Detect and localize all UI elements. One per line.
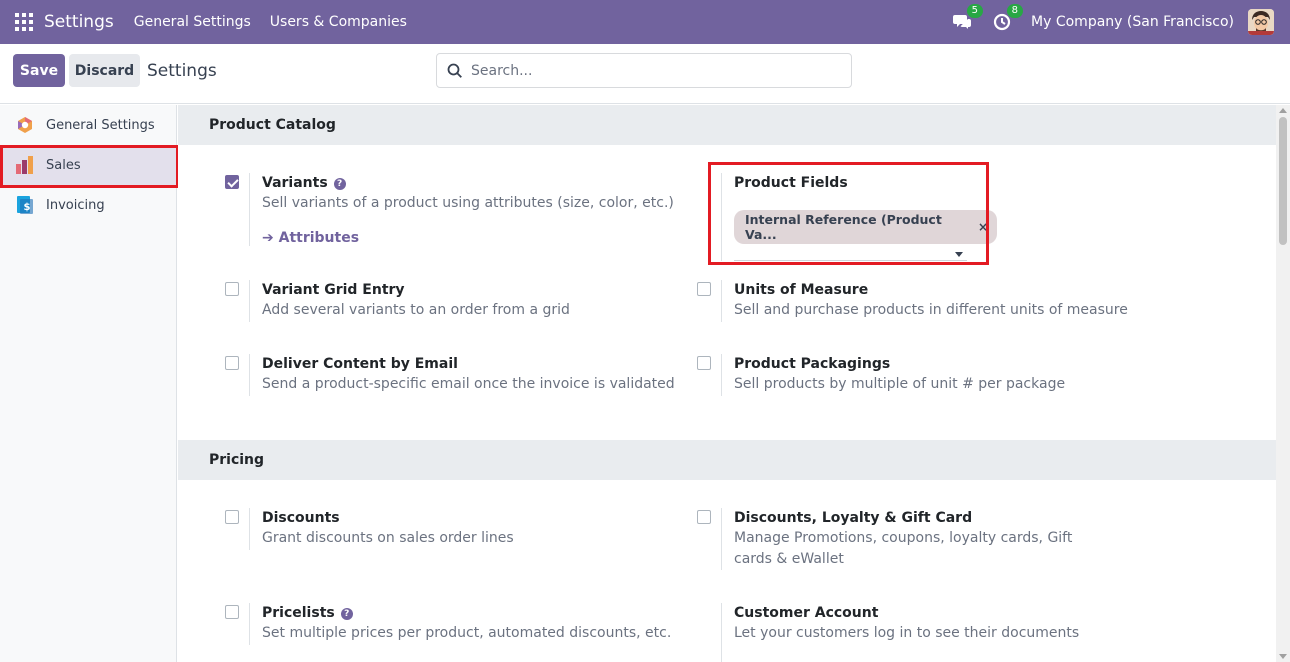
- search-icon: [447, 63, 462, 78]
- activities-badge: 8: [1006, 4, 1024, 18]
- pricing-settings: Discounts Grant discounts on sales order…: [178, 480, 1276, 662]
- messages-badge: 5: [966, 4, 984, 18]
- app-brand[interactable]: Settings: [44, 12, 114, 32]
- sidebar-item-sales[interactable]: Sales: [0, 145, 176, 185]
- setting-description: Send a product-specific email once the i…: [262, 376, 675, 392]
- variant-grid-checkbox[interactable]: [225, 282, 239, 296]
- setting-title: Pricelists: [262, 605, 335, 621]
- clock-icon[interactable]: 8: [991, 4, 1024, 33]
- product-catalog-settings: Variants? Sell variants of a product usi…: [178, 145, 1276, 440]
- setting-title: Product Fields: [734, 175, 848, 191]
- sidebar-item-label: General Settings: [46, 117, 155, 133]
- setting-title: Discounts: [262, 510, 340, 526]
- search-input[interactable]: [463, 62, 851, 79]
- arrow-right-icon: ➔: [262, 230, 279, 246]
- deliver-email-checkbox[interactable]: [225, 356, 239, 370]
- help-icon[interactable]: ?: [333, 178, 346, 190]
- product-field-tag: Internal Reference (Product Va... ×: [734, 210, 997, 244]
- setting-title: Product Packagings: [734, 356, 891, 372]
- sales-chart-icon: [15, 155, 35, 175]
- help-icon[interactable]: ?: [340, 608, 353, 620]
- control-panel: Save Discard Settings: [0, 44, 1290, 104]
- save-button[interactable]: Save: [13, 54, 65, 87]
- variants-checkbox[interactable]: [225, 175, 239, 189]
- discounts-checkbox[interactable]: [225, 510, 239, 524]
- setting-description: Set multiple prices per product, automat…: [262, 625, 672, 641]
- section-header-product-catalog: Product Catalog: [178, 105, 1276, 145]
- setting-title: Units of Measure: [734, 282, 869, 298]
- content-scrollbar[interactable]: [1276, 105, 1290, 662]
- navbar-systray: 5 8 My Company (San Francisco): [951, 0, 1274, 44]
- setting-title: Discounts, Loyalty & Gift Card: [734, 510, 973, 526]
- sidebar-item-label: Invoicing: [46, 197, 105, 213]
- attributes-link[interactable]: ➔ Attributes: [262, 230, 674, 246]
- setting-title: Variant Grid Entry: [262, 282, 405, 298]
- section-header-pricing: Pricing: [178, 440, 1276, 480]
- setting-title: Variants: [262, 175, 328, 191]
- setting-description: Sell variants of a product using attribu…: [262, 195, 674, 211]
- scroll-down-icon[interactable]: [1279, 654, 1287, 659]
- setting-description: Sell products by multiple of unit # per …: [734, 376, 1066, 392]
- sidebar-item-general-settings[interactable]: General Settings: [0, 105, 176, 145]
- setting-description: Let your customers log in to see their d…: [734, 625, 1080, 641]
- svg-text:$: $: [24, 202, 31, 213]
- tag-remove-icon[interactable]: ×: [978, 220, 988, 234]
- setting-description: Grant discounts on sales order lines: [262, 530, 514, 546]
- pricelists-checkbox[interactable]: [225, 605, 239, 619]
- scroll-up-icon[interactable]: [1279, 108, 1287, 113]
- settings-sidebar: General Settings Sales $ Invoicing: [0, 105, 177, 662]
- scroll-thumb[interactable]: [1279, 117, 1287, 245]
- uom-checkbox[interactable]: [697, 282, 711, 296]
- page-title: Settings: [147, 61, 217, 81]
- setting-description: Sell and purchase products in different …: [734, 302, 1128, 318]
- invoice-icon: $: [15, 195, 35, 215]
- setting-title: Customer Account: [734, 605, 879, 621]
- loyalty-checkbox[interactable]: [697, 510, 711, 524]
- chat-icon[interactable]: 5: [951, 4, 984, 33]
- setting-description: Manage Promotions, coupons, loyalty card…: [734, 530, 1073, 567]
- odoo-logo-icon: [15, 115, 35, 135]
- top-navbar: Settings General Settings Users & Compan…: [0, 0, 1290, 44]
- setting-description: Add several variants to an order from a …: [262, 302, 570, 318]
- packagings-checkbox[interactable]: [697, 356, 711, 370]
- sidebar-item-label: Sales: [46, 157, 81, 173]
- avatar[interactable]: [1248, 9, 1274, 35]
- sidebar-item-invoicing[interactable]: $ Invoicing: [0, 185, 176, 225]
- search-bar[interactable]: [436, 53, 852, 88]
- nav-general-settings[interactable]: General Settings: [134, 14, 251, 30]
- dropdown-caret-icon[interactable]: [955, 252, 963, 257]
- product-fields-input[interactable]: [734, 248, 967, 261]
- nav-users-companies[interactable]: Users & Companies: [270, 14, 407, 30]
- discard-button[interactable]: Discard: [69, 54, 140, 87]
- setting-title: Deliver Content by Email: [262, 356, 458, 372]
- company-switcher[interactable]: My Company (San Francisco): [1031, 14, 1234, 30]
- settings-content: Product Catalog Variants? Sell variants …: [178, 105, 1276, 662]
- apps-grid-icon[interactable]: [15, 13, 33, 31]
